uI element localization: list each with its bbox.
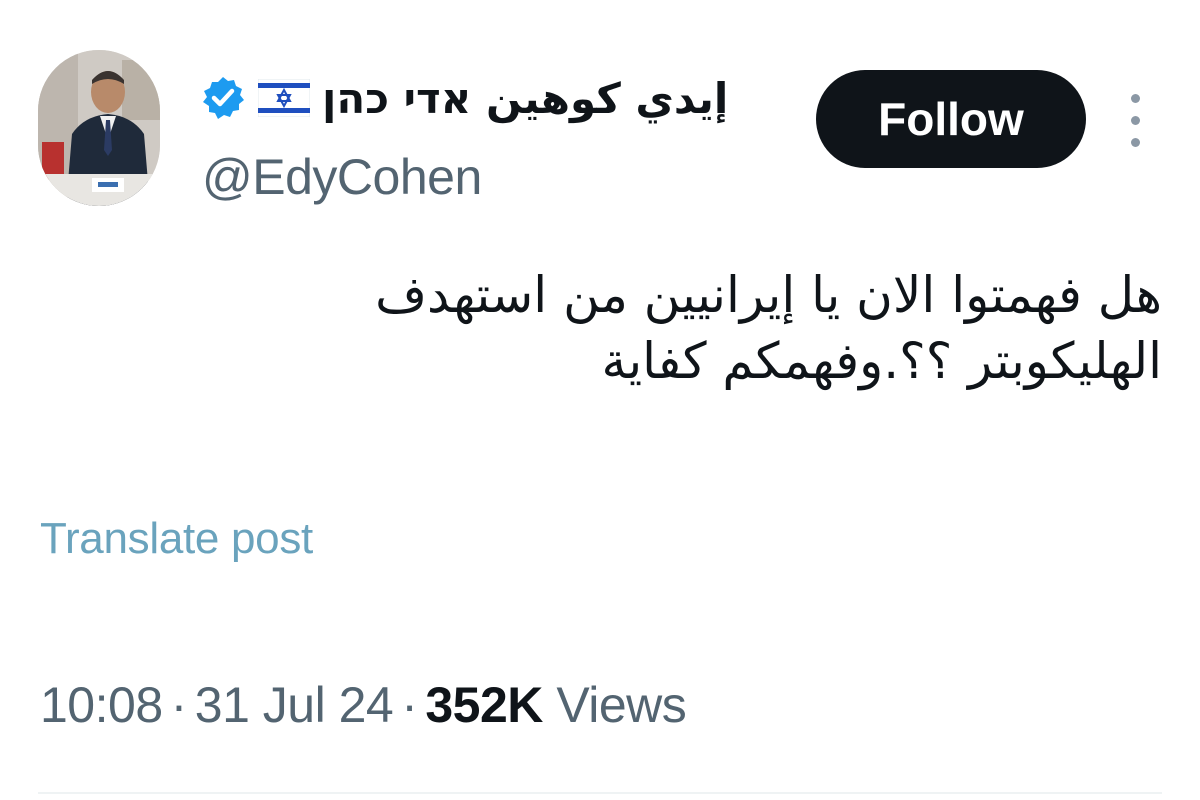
author-name-row[interactable]: إيدي كوهين אדי כהן <box>200 60 728 136</box>
avatar-photo <box>38 50 160 206</box>
translate-post-link[interactable]: Translate post <box>40 514 313 564</box>
separator: · <box>170 677 188 733</box>
author-handle[interactable]: @EdyCohen <box>202 148 482 206</box>
views-count: 352K <box>425 677 543 733</box>
author-display-name[interactable]: إيدي كوهين אדי כהן <box>322 74 728 123</box>
tweet-metadata: 10:08 · 31 Jul 24 · 352K Views <box>40 676 687 734</box>
avatar[interactable] <box>38 50 160 206</box>
tweet-line: الهليكوبتر ؟؟.وفهمكم كفاية <box>601 332 1162 390</box>
divider <box>38 792 1162 794</box>
views-label: Views <box>556 677 687 733</box>
israel-flag-icon <box>258 79 310 117</box>
tweet-date[interactable]: 31 Jul 24 <box>195 677 394 733</box>
separator: · <box>401 677 418 733</box>
tweet-line: هل فهمتوا الان يا إيرانيين من استهدف <box>375 266 1162 324</box>
tweet-time[interactable]: 10:08 <box>40 677 163 733</box>
verified-badge-icon <box>203 77 244 119</box>
follow-button[interactable]: Follow <box>816 70 1086 168</box>
tweet-text: هل فهمتوا الان يا إيرانيين من استهدف اله… <box>262 262 1162 394</box>
more-options-icon[interactable] <box>1122 92 1148 148</box>
